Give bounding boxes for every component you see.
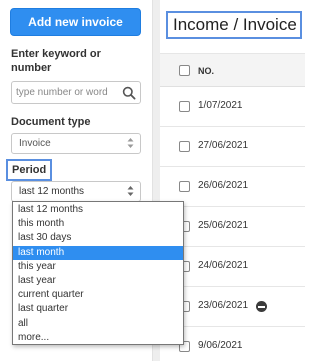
period-option[interactable]: more... (13, 331, 183, 345)
search-field[interactable] (11, 81, 141, 104)
period-option[interactable]: last year (13, 274, 183, 288)
document-type-value: Invoice (19, 138, 51, 149)
row-checkbox[interactable] (179, 141, 190, 152)
search-icon[interactable] (122, 86, 136, 100)
row-date: 27/06/2021 (198, 140, 249, 151)
row-date: 23/06/2021 (198, 300, 249, 311)
period-label: Period (6, 159, 53, 181)
row-checkbox[interactable] (179, 181, 190, 192)
period-option[interactable]: last 30 days (13, 231, 183, 245)
period-option[interactable]: last 12 months (13, 203, 183, 217)
period-select[interactable]: last 12 months (11, 181, 141, 202)
row-date: 9/06/2021 (198, 340, 243, 351)
page-title: Income / Invoice (166, 11, 302, 39)
period-option[interactable]: all (13, 317, 183, 331)
period-option[interactable]: this year (13, 260, 183, 274)
document-type-label: Document type (11, 116, 91, 128)
add-new-invoice-button[interactable]: Add new invoice (10, 8, 141, 36)
row-date: 24/06/2021 (198, 260, 249, 271)
period-option-highlighted[interactable]: last month (13, 245, 183, 260)
select-arrows-icon (127, 186, 134, 196)
table-row[interactable]: 27/06/2021 (160, 127, 305, 167)
row-date: 25/06/2021 (198, 220, 249, 231)
period-option[interactable]: current quarter (13, 288, 183, 302)
keyword-label: Enter keyword or number (11, 48, 101, 74)
select-arrows-icon (127, 138, 134, 148)
row-checkbox[interactable] (179, 101, 190, 112)
minus-circle-icon (256, 301, 267, 312)
period-option[interactable]: this month (13, 217, 183, 231)
period-option[interactable]: last quarter (13, 302, 183, 316)
row-date: 1/07/2021 (198, 100, 243, 111)
table-header: NO. (160, 53, 305, 87)
search-input[interactable] (16, 84, 120, 101)
table-row[interactable]: 1/07/2021 (160, 87, 305, 127)
document-type-select[interactable]: Invoice (11, 133, 141, 154)
row-date: 26/06/2021 (198, 180, 249, 191)
period-value: last 12 months (19, 186, 85, 197)
period-dropdown-list: last 12 months this month last 30 days l… (12, 201, 184, 345)
column-header-number[interactable]: NO. (198, 66, 214, 76)
select-all-checkbox[interactable] (179, 65, 190, 76)
